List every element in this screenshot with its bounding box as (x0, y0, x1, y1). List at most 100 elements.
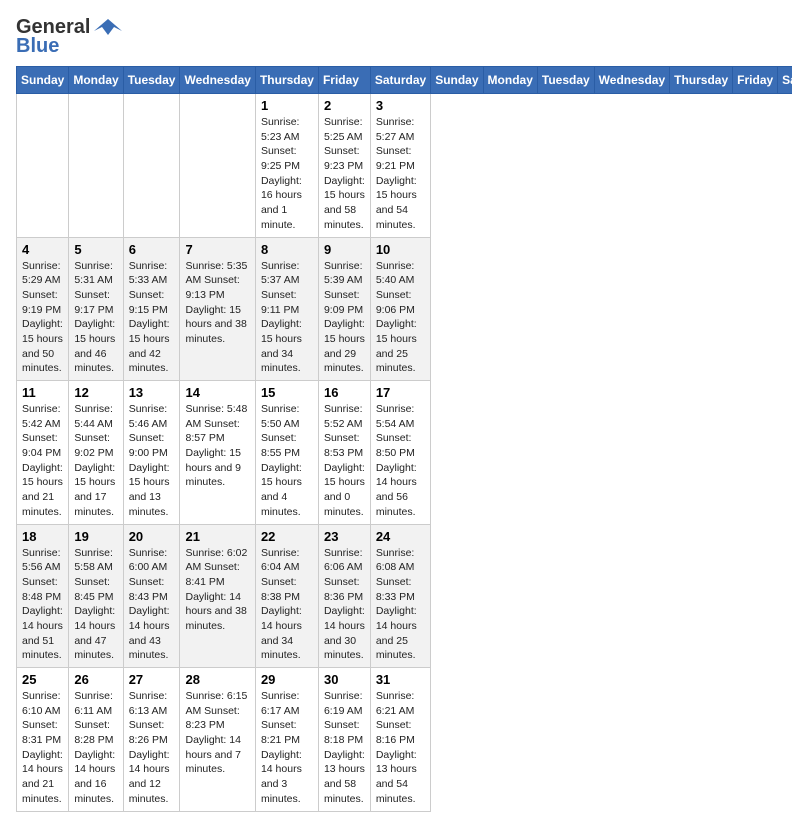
day-info: Sunrise: 6:13 AM Sunset: 8:26 PM Dayligh… (129, 689, 175, 807)
calendar-week-row: 1Sunrise: 5:23 AM Sunset: 9:25 PM Daylig… (17, 94, 792, 238)
day-info: Sunrise: 5:35 AM Sunset: 9:13 PM Dayligh… (185, 259, 249, 347)
calendar-cell: 10 Sunrise: 5:40 AM Sunset: 9:06 PM Dayli… (370, 237, 430, 381)
calendar-cell: 22 Sunrise: 6:04 AM Sunset: 8:38 PM Dayli… (255, 524, 318, 668)
calendar-cell: 13Sunrise: 5:46 AM Sunset: 9:00 PM Dayli… (123, 381, 180, 525)
day-number: 20 (129, 529, 175, 544)
calendar-cell: 5 Sunrise: 5:31 AM Sunset: 9:17 PM Daylig… (69, 237, 123, 381)
day-of-week-header: Tuesday (537, 67, 594, 94)
calendar-cell: 3Sunrise: 5:27 AM Sunset: 9:21 PM Daylig… (370, 94, 430, 238)
calendar-cell: 11Sunrise: 5:42 AM Sunset: 9:04 PM Dayli… (17, 381, 69, 525)
day-info: Sunrise: 5:52 AM Sunset: 8:53 PM Dayligh… (324, 402, 365, 520)
calendar-cell: 30 Sunrise: 6:19 AM Sunset: 8:18 PM Dayli… (318, 668, 370, 812)
day-of-week-header: Monday (69, 67, 123, 94)
day-of-week-header: Sunday (17, 67, 69, 94)
page-header: General Blue (16, 16, 776, 58)
day-number: 29 (261, 672, 313, 687)
day-of-week-header: Monday (483, 67, 537, 94)
day-number: 23 (324, 529, 365, 544)
day-info: Sunrise: 5:50 AM Sunset: 8:55 PM Dayligh… (261, 402, 313, 520)
calendar-cell: 17Sunrise: 5:54 AM Sunset: 8:50 PM Dayli… (370, 381, 430, 525)
day-number: 7 (185, 242, 249, 257)
calendar-cell (17, 94, 69, 238)
day-number: 17 (376, 385, 425, 400)
day-info: Sunrise: 6:17 AM Sunset: 8:21 PM Dayligh… (261, 689, 313, 807)
day-of-week-header: Thursday (670, 67, 733, 94)
day-number: 1 (261, 98, 313, 113)
calendar-cell: 26 Sunrise: 6:11 AM Sunset: 8:28 PM Dayli… (69, 668, 123, 812)
day-number: 10 (376, 242, 425, 257)
calendar-cell: 27 Sunrise: 6:13 AM Sunset: 8:26 PM Dayli… (123, 668, 180, 812)
day-info: Sunrise: 6:19 AM Sunset: 8:18 PM Dayligh… (324, 689, 365, 807)
calendar-cell (69, 94, 123, 238)
calendar-cell: 12 Sunrise: 5:44 AM Sunset: 9:02 PM Dayli… (69, 381, 123, 525)
day-info: Sunrise: 6:04 AM Sunset: 8:38 PM Dayligh… (261, 546, 313, 664)
calendar-cell: 14 Sunrise: 5:48 AM Sunset: 8:57 PM Dayli… (180, 381, 255, 525)
calendar-cell: 1Sunrise: 5:23 AM Sunset: 9:25 PM Daylig… (255, 94, 318, 238)
day-number: 19 (74, 529, 117, 544)
day-number: 12 (74, 385, 117, 400)
day-number: 9 (324, 242, 365, 257)
day-number: 4 (22, 242, 63, 257)
calendar-cell: 2 Sunrise: 5:25 AM Sunset: 9:23 PM Daylig… (318, 94, 370, 238)
calendar-cell: 6 Sunrise: 5:33 AM Sunset: 9:15 PM Daylig… (123, 237, 180, 381)
day-of-week-header: Friday (733, 67, 778, 94)
calendar-cell: 9 Sunrise: 5:39 AM Sunset: 9:09 PM Daylig… (318, 237, 370, 381)
day-number: 30 (324, 672, 365, 687)
day-info: Sunrise: 5:56 AM Sunset: 8:48 PM Dayligh… (22, 546, 63, 664)
logo-blue: Blue (16, 35, 59, 58)
calendar-cell: 23 Sunrise: 6:06 AM Sunset: 8:36 PM Dayli… (318, 524, 370, 668)
day-info: Sunrise: 6:15 AM Sunset: 8:23 PM Dayligh… (185, 689, 249, 777)
day-of-week-header: Thursday (255, 67, 318, 94)
calendar-cell: 7 Sunrise: 5:35 AM Sunset: 9:13 PM Daylig… (180, 237, 255, 381)
calendar-cell: 31Sunrise: 6:21 AM Sunset: 8:16 PM Dayli… (370, 668, 430, 812)
day-number: 25 (22, 672, 63, 687)
calendar-cell: 29 Sunrise: 6:17 AM Sunset: 8:21 PM Dayli… (255, 668, 318, 812)
day-info: Sunrise: 5:39 AM Sunset: 9:09 PM Dayligh… (324, 259, 365, 377)
day-of-week-header: Tuesday (123, 67, 180, 94)
calendar-week-row: 4Sunrise: 5:29 AM Sunset: 9:19 PM Daylig… (17, 237, 792, 381)
day-info: Sunrise: 5:44 AM Sunset: 9:02 PM Dayligh… (74, 402, 117, 520)
day-number: 14 (185, 385, 249, 400)
day-number: 8 (261, 242, 313, 257)
day-info: Sunrise: 5:25 AM Sunset: 9:23 PM Dayligh… (324, 115, 365, 233)
day-info: Sunrise: 5:33 AM Sunset: 9:15 PM Dayligh… (129, 259, 175, 377)
calendar-cell: 4Sunrise: 5:29 AM Sunset: 9:19 PM Daylig… (17, 237, 69, 381)
calendar-cell: 16 Sunrise: 5:52 AM Sunset: 8:53 PM Dayli… (318, 381, 370, 525)
day-of-week-header: Wednesday (594, 67, 669, 94)
day-number: 22 (261, 529, 313, 544)
day-number: 2 (324, 98, 365, 113)
day-number: 26 (74, 672, 117, 687)
day-info: Sunrise: 6:10 AM Sunset: 8:31 PM Dayligh… (22, 689, 63, 807)
logo: General Blue (16, 16, 122, 58)
day-number: 5 (74, 242, 117, 257)
day-info: Sunrise: 6:11 AM Sunset: 8:28 PM Dayligh… (74, 689, 117, 807)
calendar-cell: 8Sunrise: 5:37 AM Sunset: 9:11 PM Daylig… (255, 237, 318, 381)
day-of-week-header: Saturday (778, 67, 792, 94)
day-number: 24 (376, 529, 425, 544)
day-number: 18 (22, 529, 63, 544)
calendar-table: SundayMondayTuesdayWednesdayThursdayFrid… (16, 66, 792, 812)
calendar-cell: 21Sunrise: 6:02 AM Sunset: 8:41 PM Dayli… (180, 524, 255, 668)
calendar-cell: 15 Sunrise: 5:50 AM Sunset: 8:55 PM Dayli… (255, 381, 318, 525)
day-info: Sunrise: 5:40 AM Sunset: 9:06 PM Dayligh… (376, 259, 425, 377)
day-info: Sunrise: 5:42 AM Sunset: 9:04 PM Dayligh… (22, 402, 63, 520)
calendar-week-row: 11Sunrise: 5:42 AM Sunset: 9:04 PM Dayli… (17, 381, 792, 525)
day-info: Sunrise: 5:48 AM Sunset: 8:57 PM Dayligh… (185, 402, 249, 490)
calendar-cell: 28Sunrise: 6:15 AM Sunset: 8:23 PM Dayli… (180, 668, 255, 812)
day-info: Sunrise: 5:31 AM Sunset: 9:17 PM Dayligh… (74, 259, 117, 377)
calendar-header-row: SundayMondayTuesdayWednesdayThursdayFrid… (17, 67, 792, 94)
day-number: 6 (129, 242, 175, 257)
day-of-week-header: Saturday (370, 67, 430, 94)
day-info: Sunrise: 5:27 AM Sunset: 9:21 PM Dayligh… (376, 115, 425, 233)
day-number: 15 (261, 385, 313, 400)
logo-bird-icon (94, 17, 122, 39)
day-number: 13 (129, 385, 175, 400)
day-number: 27 (129, 672, 175, 687)
day-info: Sunrise: 6:06 AM Sunset: 8:36 PM Dayligh… (324, 546, 365, 664)
day-of-week-header: Sunday (431, 67, 483, 94)
day-of-week-header: Friday (318, 67, 370, 94)
day-number: 16 (324, 385, 365, 400)
calendar-week-row: 25 Sunrise: 6:10 AM Sunset: 8:31 PM Dayli… (17, 668, 792, 812)
day-info: Sunrise: 6:00 AM Sunset: 8:43 PM Dayligh… (129, 546, 175, 664)
day-of-week-header: Wednesday (180, 67, 255, 94)
